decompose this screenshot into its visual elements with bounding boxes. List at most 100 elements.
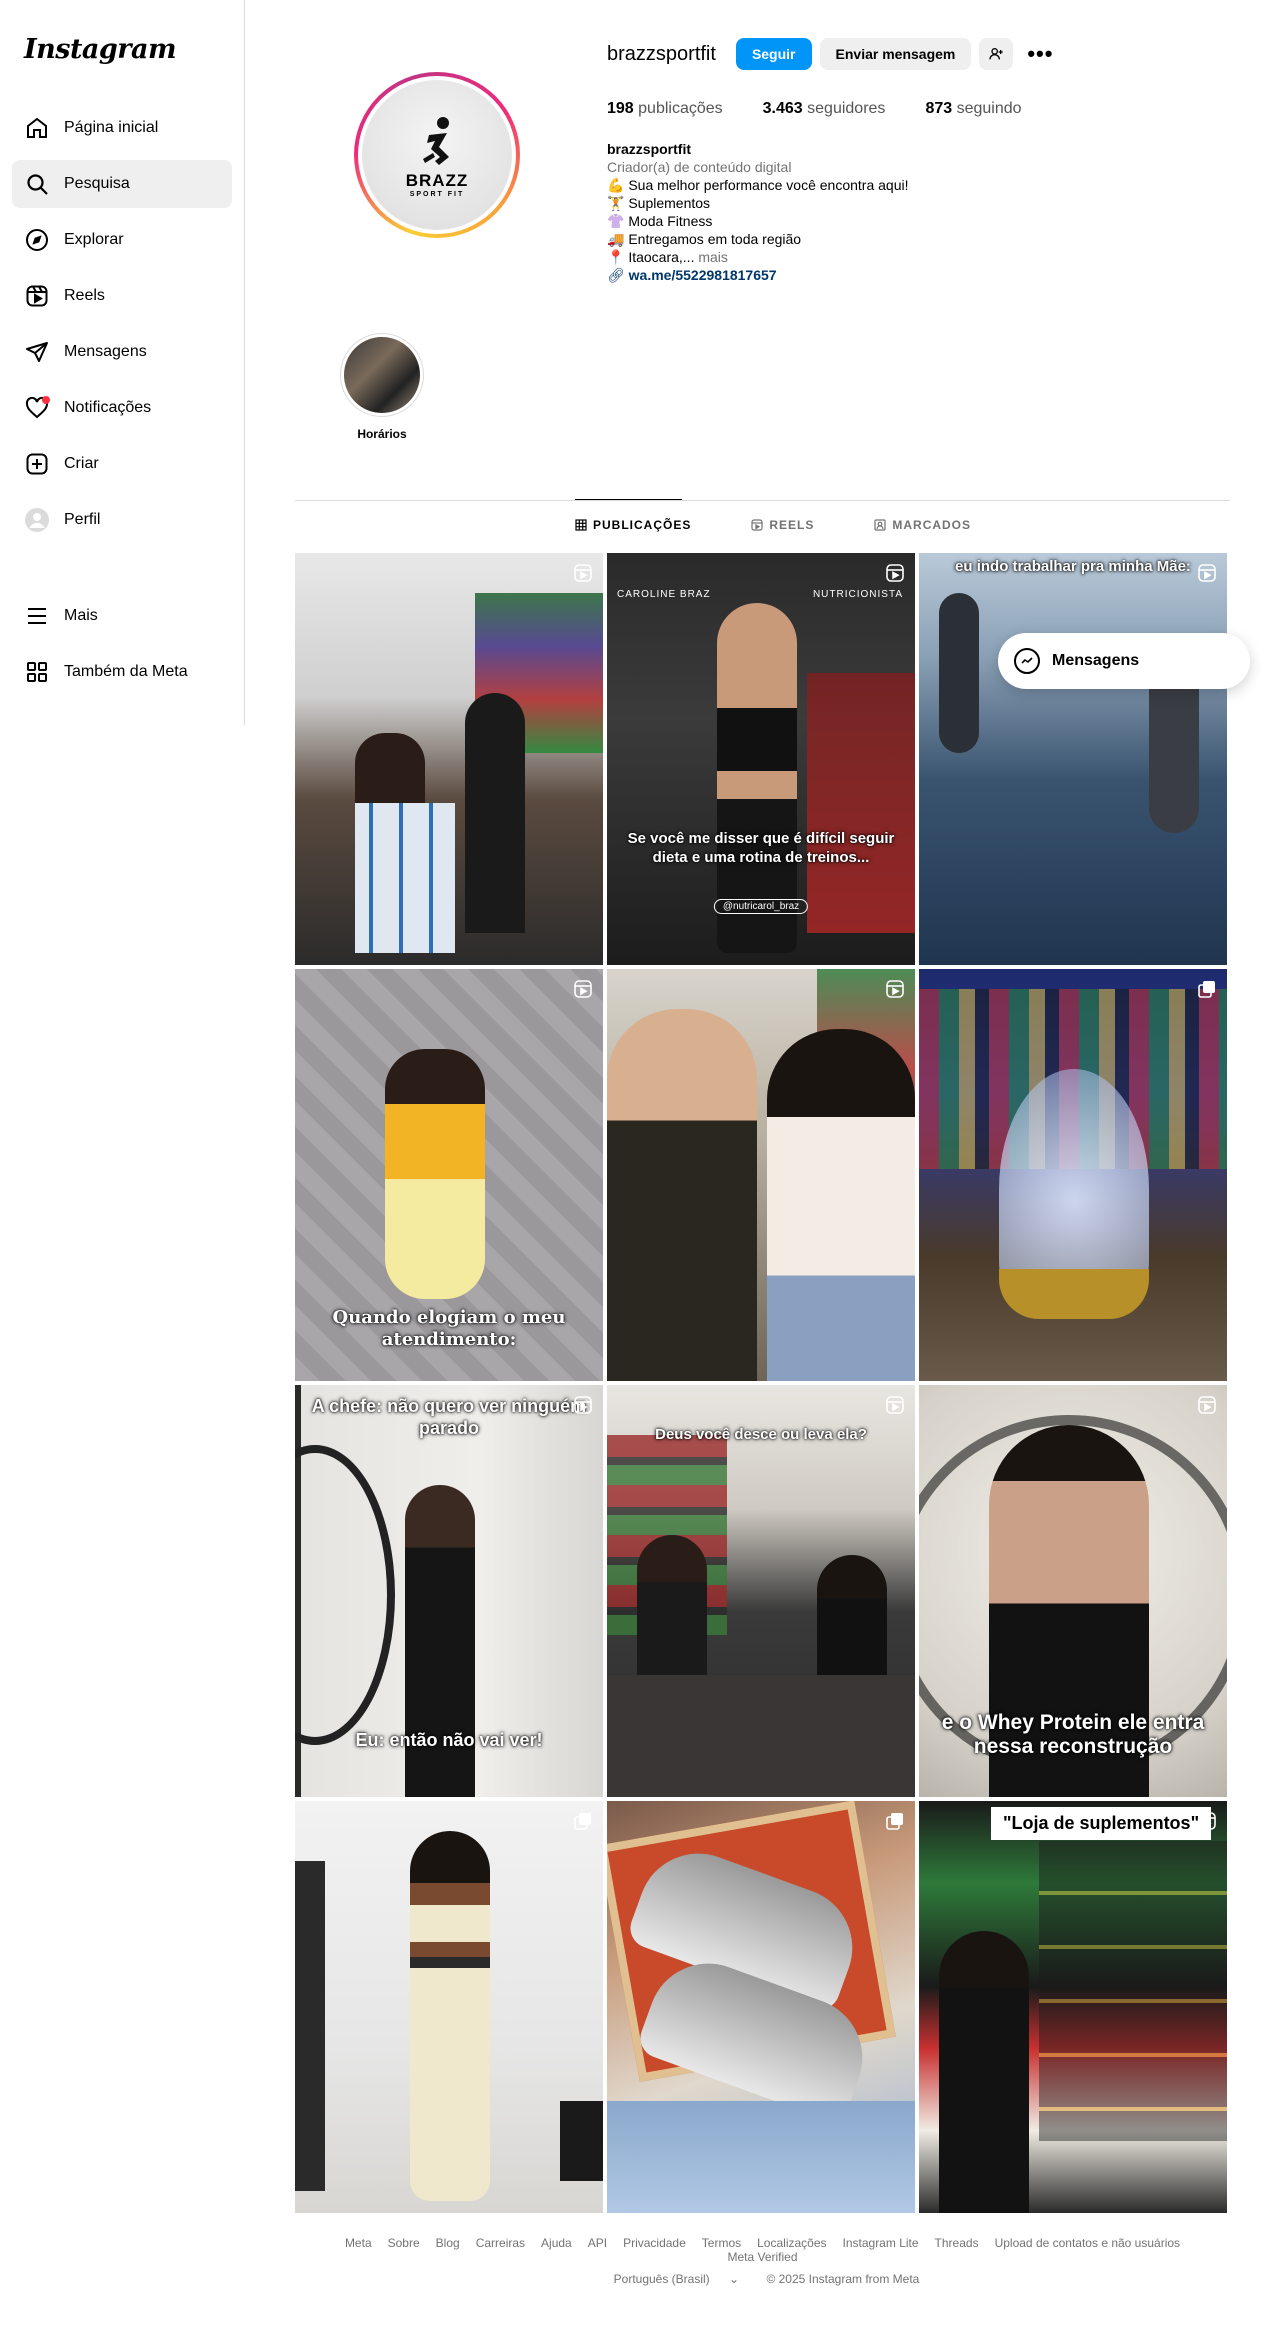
person-figure [410, 1831, 490, 2201]
sidebar: Instagram Página inicial Pesquisa Explor… [0, 0, 245, 725]
plus-square-icon [24, 451, 50, 477]
footer-link[interactable]: Carreiras [476, 2236, 525, 2250]
sidebar-item-notifications[interactable]: Notificações [12, 384, 232, 432]
post-tile[interactable] [607, 1801, 915, 2213]
chevron-down-icon: ⌄ [729, 2272, 740, 2286]
footer-link[interactable]: Ajuda [541, 2236, 572, 2250]
post-caption: Deus você desce ou leva ela? [655, 1426, 867, 1443]
footer-link[interactable]: Localizações [757, 2236, 826, 2250]
sidebar-nav: Página inicial Pesquisa Explorar Reels M… [12, 104, 232, 552]
gym-equipment [807, 673, 915, 933]
story-highlight[interactable]: Horários [340, 333, 424, 441]
bio-line: 🚚 Entregamos em toda região [607, 231, 802, 247]
sidebar-item-also-from-meta[interactable]: Também da Meta [12, 648, 232, 696]
sidebar-item-reels[interactable]: Reels [12, 272, 232, 320]
person-figure [607, 1009, 757, 1381]
sidebar-item-create[interactable]: Criar [12, 440, 232, 488]
footer-link[interactable]: Threads [935, 2236, 979, 2250]
reel-icon [1197, 563, 1217, 583]
avatar-frame: BRAZZ SPORT FIT [358, 76, 516, 234]
grid-icon [24, 659, 50, 685]
post-tile[interactable] [295, 1801, 603, 2213]
bio-link-row[interactable]: 🔗︎ wa.me/5522981817657 [607, 266, 1027, 284]
post-caption: Eu: então não vai ver! [355, 1730, 543, 1750]
person-figure [767, 1029, 915, 1381]
bio-more-link[interactable]: mais [698, 249, 728, 265]
sidebar-item-label: Explorar [64, 231, 124, 248]
tab-reels[interactable]: REELS [751, 518, 814, 532]
profile-avatar[interactable]: BRAZZ SPORT FIT [354, 72, 520, 238]
post-caption: Se você me disser que é difícil seguir d… [627, 830, 895, 866]
post-tile[interactable]: "Loja de suplementos" [919, 1801, 1227, 2213]
footer-link[interactable]: Termos [702, 2236, 741, 2250]
post-tile[interactable]: e o Whey Protein ele entra nessa reconst… [919, 1385, 1227, 1797]
avatar-icon [24, 507, 50, 533]
send-message-button[interactable]: Enviar mensagem [819, 38, 972, 70]
counter [607, 1675, 915, 1797]
bio-link[interactable]: wa.me/5522981817657 [629, 267, 777, 283]
notification-dot [42, 396, 50, 404]
following-count[interactable]: 873 seguindo [925, 100, 1021, 118]
more-options-icon[interactable]: ••• [1027, 41, 1053, 67]
sidebar-item-home[interactable]: Página inicial [12, 104, 232, 152]
carousel-icon [885, 1811, 905, 1831]
sidebar-item-messages[interactable]: Mensagens [12, 328, 232, 376]
runner-logo-icon [423, 116, 449, 165]
footer-link[interactable]: Privacidade [623, 2236, 686, 2250]
floating-messages-button[interactable]: Mensagens [998, 633, 1250, 689]
reel-icon [1197, 1811, 1217, 1831]
tab-label: REELS [769, 518, 815, 532]
sidebar-item-explore[interactable]: Explorar [12, 216, 232, 264]
post-tile[interactable]: Deus você desce ou leva ela? [607, 1385, 915, 1797]
sidebar-item-more[interactable]: Mais [12, 592, 232, 640]
profile-bio: brazzsportfit Criador(a) de conteúdo dig… [607, 140, 1027, 284]
copyright: © 2025 Instagram from Meta [766, 2272, 920, 2286]
suggested-accounts-button[interactable] [979, 38, 1014, 70]
basket-base [999, 1269, 1149, 1319]
footer-link[interactable]: Meta [345, 2236, 372, 2250]
bio-line: 💪 Sua melhor performance você encontra a… [607, 177, 909, 193]
post-caption: e o Whey Protein ele entra nessa reconst… [941, 1711, 1205, 1758]
search-icon [24, 171, 50, 197]
post-tile[interactable]: eu indo trabalhar pra minha Mãe: [919, 553, 1227, 965]
reel-icon [573, 1395, 593, 1415]
tab-posts[interactable]: PUBLICAÇÕES [575, 518, 691, 532]
post-tile[interactable] [607, 969, 915, 1381]
language-selector[interactable]: Português (Brasil) ⌄ [606, 2272, 747, 2286]
brand-name: BRAZZ [405, 170, 469, 190]
menu-icon [24, 603, 50, 629]
follow-button[interactable]: Seguir [735, 38, 812, 70]
footer-link[interactable]: Blog [436, 2236, 460, 2250]
reel-icon [573, 563, 593, 583]
footer-links: Meta Sobre Blog Carreiras Ajuda API Priv… [295, 2236, 1230, 2264]
profile-username: brazzsportfit [607, 42, 716, 65]
footer-link[interactable]: Upload de contatos e não usuários [995, 2236, 1180, 2250]
profile-tabs: PUBLICAÇÕES REELS MARCADOS [575, 518, 1031, 532]
highlight-thumbnail [344, 337, 420, 413]
footer-link[interactable]: Sobre [388, 2236, 420, 2250]
post-tile[interactable]: A chefe: não quero ver ninguém parado Eu… [295, 1385, 603, 1797]
post-caption: eu indo trabalhar pra minha Mãe: [955, 558, 1191, 575]
instagram-logo[interactable]: Instagram [24, 34, 177, 65]
tab-tagged[interactable]: MARCADOS [874, 518, 971, 532]
footer-link[interactable]: Instagram Lite [843, 2236, 919, 2250]
sidebar-item-profile[interactable]: Perfil [12, 496, 232, 544]
post-tile[interactable]: Quando elogiam o meu atendimento: [295, 969, 603, 1381]
sidebar-item-label: Mais [64, 607, 98, 624]
sidebar-item-search[interactable]: Pesquisa [12, 160, 232, 208]
reel-icon [1197, 1395, 1217, 1415]
footer-link[interactable]: API [588, 2236, 607, 2250]
post-tile[interactable] [295, 553, 603, 965]
reels-icon [24, 283, 50, 309]
send-icon [24, 339, 50, 365]
home-icon [24, 115, 50, 141]
post-tile[interactable]: CAROLINE BRAZ NUTRICIONISTA Se você me d… [607, 553, 915, 965]
reel-icon [885, 979, 905, 999]
bio-category: Criador(a) de conteúdo digital [607, 159, 792, 175]
post-tile[interactable] [919, 969, 1227, 1381]
bio-line-last: 📍 Itaocara,... mais [607, 249, 728, 265]
footer-link[interactable]: Meta Verified [727, 2250, 797, 2264]
followers-count[interactable]: 3.463 seguidores [763, 100, 886, 118]
brand-subtitle: SPORT FIT [409, 190, 465, 198]
sidebar-item-label: Página inicial [64, 119, 159, 136]
